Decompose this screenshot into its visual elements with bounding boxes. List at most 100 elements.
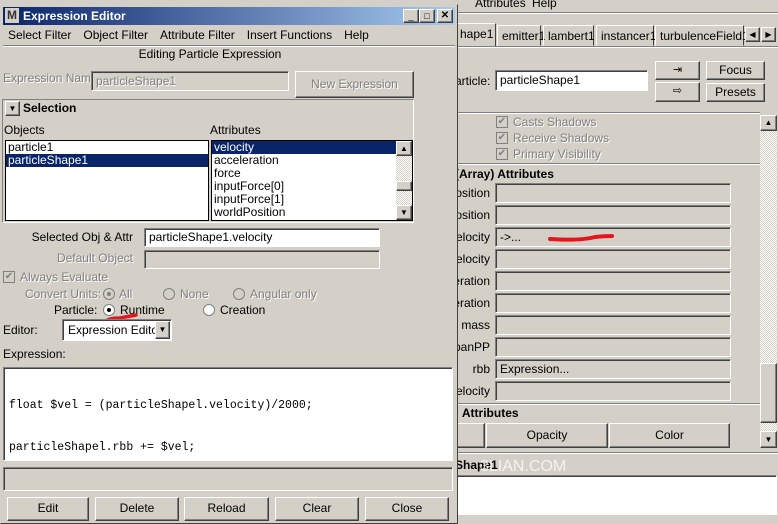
particle-label: article:: [455, 74, 491, 88]
render-check-checkbox[interactable]: ✔: [496, 116, 508, 128]
menu-attribute-filter[interactable]: Attribute Filter: [160, 28, 235, 42]
array-attribute-field[interactable]: [495, 337, 731, 357]
editor-label: Editor:: [3, 323, 38, 337]
attributes-label: Attributes: [210, 123, 261, 137]
selected-obj-input[interactable]: particleShape1.velocity: [144, 228, 380, 247]
array-attributes-header[interactable]: (Array) Attributes: [455, 167, 554, 181]
convert-none-radio[interactable]: [163, 288, 175, 300]
array-attribute-field[interactable]: [495, 183, 731, 203]
convert-angular-radio[interactable]: [233, 288, 245, 300]
render-check-checkbox[interactable]: ✔: [496, 132, 508, 144]
menu-select-filter[interactable]: Select Filter: [8, 28, 71, 42]
scroll-down-icon[interactable]: ▼: [396, 205, 412, 220]
tab-particle-shape[interactable]: hape1: [455, 23, 496, 47]
tab-lambert[interactable]: lambert1: [543, 25, 595, 46]
tab-scroll-right-icon[interactable]: ▶: [761, 27, 776, 42]
chevron-down-icon[interactable]: ▼: [155, 321, 170, 339]
creation-label: Creation: [220, 303, 266, 317]
load-selected-icon[interactable]: ⇥: [655, 61, 700, 80]
attributes-list[interactable]: velocity acceleration force inputForce[0] in…: [212, 141, 396, 219]
menu-bar: Select Filter Object Filter Attribute Filt…: [8, 28, 381, 42]
scroll-up-icon[interactable]: ▲: [760, 115, 777, 131]
maya-logo-icon: M: [5, 8, 19, 23]
selection-frame: ▼ Selection Objects Attributes particle1…: [2, 99, 414, 223]
editor-dropdown-value: Expression Editor: [68, 323, 163, 337]
always-evaluate-label: Always Evaluate: [20, 270, 109, 284]
watermark: 3LIAN.COM: [480, 458, 567, 475]
expression-line: particleShapel.rbb += $vel;: [9, 441, 196, 454]
window-title: Expression Editor: [23, 9, 126, 23]
array-attribute-field[interactable]: [495, 249, 731, 269]
menu-help[interactable]: Help: [532, 0, 557, 10]
maximize-icon[interactable]: □: [419, 9, 435, 23]
list-item[interactable]: particleShape1: [6, 154, 208, 167]
scroll-thumb[interactable]: [396, 181, 412, 191]
selected-obj-label: Selected Obj & Attr: [31, 230, 133, 244]
focus-button[interactable]: Focus: [706, 61, 765, 80]
scroll-up-icon[interactable]: ▲: [396, 141, 412, 156]
menu-insert-functions[interactable]: Insert Functions: [247, 28, 332, 42]
expression-line: float $vel = (particleShapel.velocity)/2…: [9, 399, 313, 412]
attribute-scrollbar[interactable]: ▲ ▼: [760, 115, 777, 448]
expression-textarea[interactable]: float $vel = (particleShapel.velocity)/2…: [3, 367, 453, 461]
convert-all-label: All: [119, 287, 133, 301]
always-evaluate-checkbox[interactable]: ✔: [3, 271, 15, 283]
default-object-label: Default Object: [56, 251, 133, 265]
selection-title[interactable]: Selection: [23, 101, 76, 115]
red-annotation-mark: [548, 234, 614, 242]
convert-angular-label: Angular only: [250, 287, 317, 301]
default-object-input[interactable]: [144, 250, 380, 269]
copy-tab-icon[interactable]: ⇨: [655, 82, 700, 102]
tab-emitter[interactable]: emitter1: [497, 25, 545, 46]
delete-button[interactable]: Delete: [95, 497, 179, 521]
expression-label: Expression:: [3, 347, 66, 361]
scroll-thumb[interactable]: [760, 363, 777, 423]
close-button[interactable]: Close: [365, 497, 449, 521]
reload-button[interactable]: Reload: [184, 497, 269, 521]
attributes-scrollbar[interactable]: ▲ ▼: [396, 141, 412, 220]
clear-button[interactable]: Clear: [275, 497, 359, 521]
objects-label: Objects: [4, 123, 45, 137]
collapse-selection-icon[interactable]: ▼: [5, 101, 20, 116]
menu-object-filter[interactable]: Object Filter: [83, 28, 148, 42]
title-bar[interactable]: M Expression Editor _ □ ✕: [3, 7, 455, 25]
new-expression-button[interactable]: New Expression: [295, 71, 414, 98]
convert-all-radio[interactable]: [103, 288, 115, 300]
minimize-icon[interactable]: _: [403, 9, 419, 23]
array-attribute-field[interactable]: [495, 381, 731, 401]
color-button[interactable]: Color: [609, 423, 730, 448]
list-item[interactable]: worldPosition: [212, 206, 396, 219]
edit-button[interactable]: Edit: [7, 497, 89, 521]
array-attribute-field[interactable]: [495, 205, 731, 225]
tab-turbulence-field[interactable]: turbulenceField1: [655, 25, 749, 46]
menu-help[interactable]: Help: [344, 28, 369, 42]
presets-button[interactable]: Presets: [706, 83, 765, 102]
particle-name-input[interactable]: particleShape1: [495, 70, 648, 91]
array-attribute-field[interactable]: [495, 293, 731, 313]
editor-heading: Editing Particle Expression: [138, 47, 282, 61]
notes-area[interactable]: [455, 475, 777, 515]
convert-none-label: None: [180, 287, 209, 301]
attribute-button-blank[interactable]: [455, 423, 485, 448]
scroll-down-icon[interactable]: ▼: [760, 431, 777, 448]
render-check-label: Receive Shadows: [513, 131, 610, 145]
tab-scroll-left-icon[interactable]: ◀: [745, 27, 760, 42]
array-attribute-field[interactable]: [495, 271, 731, 291]
editor-dropdown[interactable]: Expression Editor ▼: [62, 319, 172, 341]
expression-name-input[interactable]: particleShape1: [91, 71, 289, 91]
creation-radio[interactable]: [203, 304, 215, 316]
array-attribute-field[interactable]: Expression...: [495, 359, 731, 379]
opacity-button[interactable]: Opacity: [486, 423, 608, 448]
menu-attributes[interactable]: Attributes: [475, 0, 526, 10]
tab-instancer[interactable]: instancer1: [596, 25, 656, 46]
convert-units-label: Convert Units:: [25, 287, 102, 301]
render-check-checkbox[interactable]: ✔: [496, 148, 508, 160]
array-attribute-field[interactable]: [495, 315, 731, 335]
particle-label: Particle:: [54, 303, 98, 317]
objects-list[interactable]: particle1 particleShape1: [5, 140, 209, 221]
render-check-label: Primary Visibility: [513, 147, 601, 161]
status-field: [3, 467, 453, 491]
next-section-header[interactable]: : Attributes: [455, 406, 519, 420]
attributes-list-box: velocity acceleration force inputForce[0] in…: [211, 140, 413, 221]
close-icon[interactable]: ✕: [437, 9, 453, 23]
